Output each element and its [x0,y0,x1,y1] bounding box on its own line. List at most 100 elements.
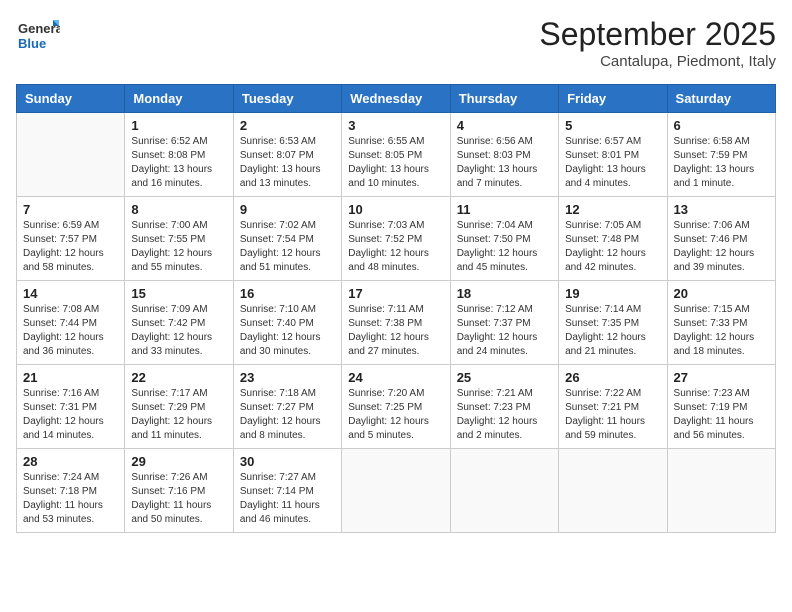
calendar-cell: 21Sunrise: 7:16 AMSunset: 7:31 PMDayligh… [17,365,125,449]
day-info: Sunrise: 7:23 AMSunset: 7:19 PMDaylight:… [674,387,769,443]
weekday-header-row: SundayMondayTuesdayWednesdayThursdayFrid… [17,85,776,113]
day-info: Sunrise: 7:21 AMSunset: 7:23 PMDaylight:… [457,387,552,443]
day-number: 23 [240,370,335,385]
day-info: Sunrise: 7:20 AMSunset: 7:25 PMDaylight:… [348,387,443,443]
day-info: Sunrise: 7:00 AMSunset: 7:55 PMDaylight:… [131,219,226,275]
calendar-cell: 10 Sunrise: 7:03 AMSunset: 7:52 PMDayligh… [342,197,450,281]
month-title: September 2025 [539,16,776,53]
day-info: Sunrise: 7:24 AMSunset: 7:18 PMDaylight:… [23,471,118,527]
calendar-week-row: 28 Sunrise: 7:24 AMSunset: 7:18 PMDayligh… [17,449,776,533]
calendar-cell: 18Sunrise: 7:12 AMSunset: 7:37 PMDayligh… [450,281,558,365]
calendar: SundayMondayTuesdayWednesdayThursdayFrid… [16,84,776,533]
calendar-cell: 19 Sunrise: 7:14 AMSunset: 7:35 PMDayligh… [559,281,667,365]
day-number: 21 [23,370,118,385]
day-info: Sunrise: 7:06 AMSunset: 7:46 PMDaylight:… [674,219,769,275]
day-number: 4 [457,118,552,133]
day-number: 12 [565,202,660,217]
day-number: 17 [348,286,443,301]
calendar-week-row: 1 Sunrise: 6:52 AMSunset: 8:08 PMDaylight… [17,113,776,197]
calendar-cell [450,449,558,533]
day-info: Sunrise: 6:56 AMSunset: 8:03 PMDaylight:… [457,135,552,191]
day-number: 2 [240,118,335,133]
logo-wrapper: General Blue [16,16,60,60]
calendar-cell [667,449,775,533]
weekday-header-monday: Monday [125,85,233,113]
weekday-header-sunday: Sunday [17,85,125,113]
calendar-cell: 8Sunrise: 7:00 AMSunset: 7:55 PMDaylight… [125,197,233,281]
calendar-cell: 3 Sunrise: 6:55 AMSunset: 8:05 PMDaylight… [342,113,450,197]
calendar-week-row: 14 Sunrise: 7:08 AMSunset: 7:44 PMDayligh… [17,281,776,365]
day-info: Sunrise: 7:08 AMSunset: 7:44 PMDaylight:… [23,303,118,359]
day-number: 20 [674,286,769,301]
day-number: 30 [240,454,335,469]
calendar-cell: 1 Sunrise: 6:52 AMSunset: 8:08 PMDaylight… [125,113,233,197]
day-info: Sunrise: 7:04 AMSunset: 7:50 PMDaylight:… [457,219,552,275]
day-info: Sunrise: 7:10 AMSunset: 7:40 PMDaylight:… [240,303,335,359]
title-block: September 2025 Cantalupa, Piedmont, Ital… [539,16,776,70]
day-number: 29 [131,454,226,469]
day-info: Sunrise: 7:26 AMSunset: 7:16 PMDaylight:… [131,471,226,527]
day-number: 26 [565,370,660,385]
calendar-week-row: 21Sunrise: 7:16 AMSunset: 7:31 PMDayligh… [17,365,776,449]
day-number: 22 [131,370,226,385]
calendar-cell [17,113,125,197]
day-number: 24 [348,370,443,385]
day-number: 13 [674,202,769,217]
day-info: Sunrise: 7:22 AMSunset: 7:21 PMDaylight:… [565,387,660,443]
weekday-header-friday: Friday [559,85,667,113]
calendar-cell: 6 Sunrise: 6:58 AMSunset: 7:59 PMDaylight… [667,113,775,197]
day-info: Sunrise: 6:57 AMSunset: 8:01 PMDaylight:… [565,135,660,191]
day-number: 15 [131,286,226,301]
day-info: Sunrise: 6:52 AMSunset: 8:08 PMDaylight:… [131,135,226,191]
day-number: 25 [457,370,552,385]
calendar-cell [559,449,667,533]
calendar-cell: 28 Sunrise: 7:24 AMSunset: 7:18 PMDayligh… [17,449,125,533]
day-info: Sunrise: 7:09 AMSunset: 7:42 PMDaylight:… [131,303,226,359]
day-info: Sunrise: 6:55 AMSunset: 8:05 PMDaylight:… [348,135,443,191]
day-info: Sunrise: 7:15 AMSunset: 7:33 PMDaylight:… [674,303,769,359]
day-number: 6 [674,118,769,133]
day-number: 3 [348,118,443,133]
weekday-header-tuesday: Tuesday [233,85,341,113]
day-number: 16 [240,286,335,301]
logo: General Blue [16,16,60,60]
day-number: 14 [23,286,118,301]
day-info: Sunrise: 7:03 AMSunset: 7:52 PMDaylight:… [348,219,443,275]
day-number: 27 [674,370,769,385]
day-info: Sunrise: 6:58 AMSunset: 7:59 PMDaylight:… [674,135,769,191]
day-number: 9 [240,202,335,217]
svg-text:Blue: Blue [18,36,46,51]
calendar-cell: 2 Sunrise: 6:53 AMSunset: 8:07 PMDaylight… [233,113,341,197]
calendar-cell: 29 Sunrise: 7:26 AMSunset: 7:16 PMDayligh… [125,449,233,533]
day-info: Sunrise: 7:05 AMSunset: 7:48 PMDaylight:… [565,219,660,275]
weekday-header-saturday: Saturday [667,85,775,113]
calendar-cell: 25 Sunrise: 7:21 AMSunset: 7:23 PMDayligh… [450,365,558,449]
calendar-cell [342,449,450,533]
day-info: Sunrise: 7:02 AMSunset: 7:54 PMDaylight:… [240,219,335,275]
day-number: 19 [565,286,660,301]
day-number: 1 [131,118,226,133]
day-number: 5 [565,118,660,133]
calendar-cell: 20 Sunrise: 7:15 AMSunset: 7:33 PMDayligh… [667,281,775,365]
day-info: Sunrise: 7:27 AMSunset: 7:14 PMDaylight:… [240,471,335,527]
calendar-cell: 9 Sunrise: 7:02 AMSunset: 7:54 PMDaylight… [233,197,341,281]
day-info: Sunrise: 6:53 AMSunset: 8:07 PMDaylight:… [240,135,335,191]
day-info: Sunrise: 6:59 AMSunset: 7:57 PMDaylight:… [23,219,118,275]
calendar-cell: 23Sunrise: 7:18 AMSunset: 7:27 PMDayligh… [233,365,341,449]
calendar-cell: 22 Sunrise: 7:17 AMSunset: 7:29 PMDayligh… [125,365,233,449]
day-number: 10 [348,202,443,217]
day-info: Sunrise: 7:14 AMSunset: 7:35 PMDaylight:… [565,303,660,359]
day-info: Sunrise: 7:12 AMSunset: 7:37 PMDaylight:… [457,303,552,359]
header: General Blue September 2025 Cantalupa, P… [16,16,776,74]
day-info: Sunrise: 7:17 AMSunset: 7:29 PMDaylight:… [131,387,226,443]
weekday-header-wednesday: Wednesday [342,85,450,113]
calendar-cell: 13 Sunrise: 7:06 AMSunset: 7:46 PMDayligh… [667,197,775,281]
day-info: Sunrise: 7:11 AMSunset: 7:38 PMDaylight:… [348,303,443,359]
calendar-cell: 11Sunrise: 7:04 AMSunset: 7:50 PMDayligh… [450,197,558,281]
calendar-cell: 5 Sunrise: 6:57 AMSunset: 8:01 PMDaylight… [559,113,667,197]
calendar-cell: 27 Sunrise: 7:23 AMSunset: 7:19 PMDayligh… [667,365,775,449]
calendar-cell: 26 Sunrise: 7:22 AMSunset: 7:21 PMDayligh… [559,365,667,449]
day-number: 28 [23,454,118,469]
calendar-cell: 7Sunrise: 6:59 AMSunset: 7:57 PMDaylight… [17,197,125,281]
calendar-cell: 17 Sunrise: 7:11 AMSunset: 7:38 PMDayligh… [342,281,450,365]
